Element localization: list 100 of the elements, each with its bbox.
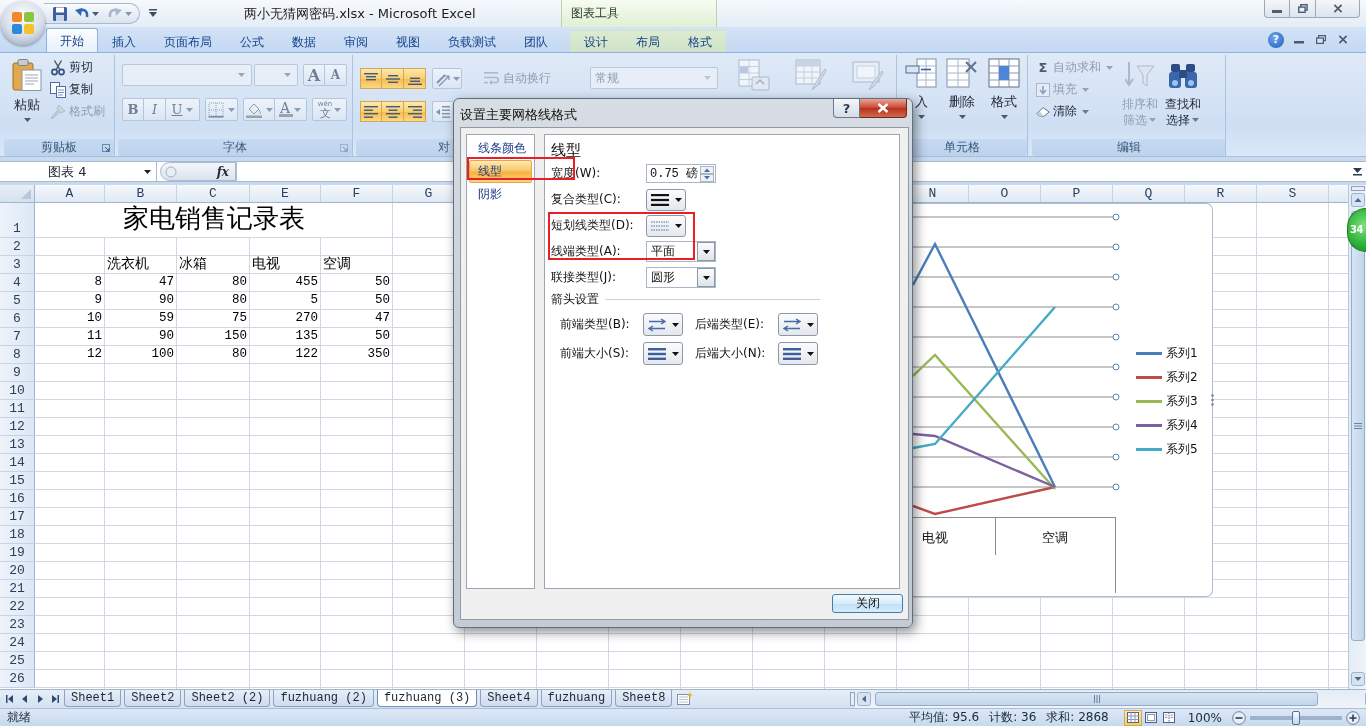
row-header[interactable]: 2 — [0, 238, 35, 256]
sheet-tab[interactable]: fuzhuang — [540, 690, 613, 707]
zoom-level-text[interactable]: 100% — [1187, 710, 1222, 725]
font-size-field[interactable] — [254, 64, 298, 86]
column-header[interactable]: A — [35, 185, 105, 202]
first-sheet-icon[interactable] — [6, 695, 14, 703]
arrow-type-button[interactable] — [643, 313, 683, 336]
dialog-launcher-icon[interactable] — [102, 144, 110, 152]
row-header[interactable]: 1 — [0, 203, 35, 238]
row-header[interactable]: 18 — [0, 526, 35, 544]
category-item[interactable]: 阴影 — [469, 183, 532, 206]
row-header[interactable]: 25 — [0, 652, 35, 670]
align-top-button[interactable] — [360, 68, 382, 89]
row-header[interactable]: 9 — [0, 364, 35, 382]
name-box[interactable]: 图表 4 — [0, 162, 157, 181]
compound-type-button[interactable] — [646, 188, 686, 211]
column-header[interactable]: B — [105, 185, 177, 202]
insert-sheet-icon[interactable] — [677, 692, 694, 705]
category-item[interactable]: 线条颜色 — [469, 137, 532, 160]
fill-color-button[interactable] — [243, 98, 275, 121]
customize-caret-icon[interactable] — [149, 9, 157, 17]
row-header[interactable]: 10 — [0, 382, 35, 400]
ribbon-tab[interactable]: 公式 — [226, 30, 278, 52]
caret-icon[interactable] — [125, 11, 132, 16]
row-header[interactable]: 3 — [0, 256, 35, 274]
format-button[interactable]: 格式 — [983, 58, 1025, 130]
previous-sheet-icon[interactable] — [21, 695, 29, 703]
save-icon[interactable] — [52, 5, 68, 22]
row-header[interactable]: 15 — [0, 472, 35, 490]
orientation-button[interactable] — [432, 68, 462, 89]
scroll-up-icon[interactable] — [1350, 193, 1365, 207]
restore-icon[interactable] — [1316, 35, 1326, 44]
column-header[interactable]: O — [969, 185, 1041, 202]
row-header[interactable]: 16 — [0, 490, 35, 508]
align-middle-button[interactable] — [382, 68, 404, 89]
scrollbar-thumb[interactable] — [875, 692, 1319, 706]
minimize-button[interactable] — [1264, 0, 1290, 18]
category-item[interactable]: 线型 — [469, 160, 532, 183]
row-header[interactable]: 8 — [0, 346, 35, 364]
indent-button[interactable] — [432, 101, 452, 122]
ribbon-tab[interactable]: 负载测试 — [434, 30, 510, 52]
chart-area[interactable]: 电视 空调 系列1 系列2 系列3 系列4 系列5 — [913, 203, 1213, 597]
dropdown-button[interactable] — [697, 242, 715, 261]
circle-handle-icon[interactable] — [165, 165, 177, 178]
row-header[interactable]: 5 — [0, 292, 35, 310]
gridline-handle-icon[interactable] — [1112, 483, 1120, 491]
sheet-tab[interactable]: Sheet4 — [480, 690, 538, 707]
zoom-slider-thumb[interactable] — [1292, 710, 1300, 725]
column-header[interactable]: F — [321, 185, 393, 202]
last-sheet-icon[interactable] — [51, 695, 59, 703]
arrow-type-button[interactable] — [778, 313, 818, 336]
row-header[interactable]: 19 — [0, 544, 35, 562]
help-button[interactable]: ? — [833, 99, 860, 118]
gridline-handle-icon[interactable] — [1112, 243, 1120, 251]
arrow-size-button[interactable] — [643, 342, 683, 365]
font-color-button[interactable]: A — [275, 98, 307, 121]
row-header[interactable]: 7 — [0, 328, 35, 346]
ribbon-tab[interactable]: 插入 — [98, 30, 150, 52]
row-header[interactable]: 26 — [0, 670, 35, 688]
ribbon-tab[interactable]: 格式 — [674, 30, 726, 52]
column-header[interactable]: P — [1041, 185, 1113, 202]
sheet-tab[interactable]: Sheet2 — [124, 690, 182, 707]
ribbon-tab[interactable]: 页面布局 — [150, 30, 226, 52]
ribbon-tab[interactable]: 数据 — [278, 30, 330, 52]
row-header[interactable]: 14 — [0, 454, 35, 472]
row-header[interactable]: 24 — [0, 634, 35, 652]
dropdown-field[interactable]: 圆形 — [646, 267, 716, 288]
row-header[interactable]: 17 — [0, 508, 35, 526]
resize-handle-icon[interactable] — [1211, 394, 1214, 406]
ribbon-tab[interactable]: 视图 — [382, 30, 434, 52]
split-handle-icon[interactable] — [850, 692, 856, 706]
column-header[interactable]: R — [1185, 185, 1257, 202]
copy-button[interactable]: 复制 — [50, 79, 107, 100]
expand-caret-icon[interactable] — [1353, 167, 1362, 176]
row-header[interactable]: 13 — [0, 436, 35, 454]
insert-function-button[interactable]: fx — [216, 164, 229, 179]
spin-arrows-icon[interactable] — [700, 165, 714, 182]
paste-button[interactable]: 粘贴 — [8, 57, 46, 129]
gridline-handle-icon[interactable] — [1112, 363, 1120, 371]
spin-field[interactable]: 0.75 磅 — [646, 164, 716, 183]
cut-button[interactable]: 剪切 — [50, 57, 107, 78]
ribbon-tab[interactable]: 审阅 — [330, 30, 382, 52]
align-left-button[interactable] — [360, 101, 382, 122]
row-header[interactable]: 12 — [0, 418, 35, 436]
gridline-handle-icon[interactable] — [1112, 333, 1120, 341]
ribbon-tab[interactable]: 布局 — [622, 30, 674, 52]
row-header[interactable]: 20 — [0, 562, 35, 580]
split-handle-icon[interactable] — [1350, 186, 1365, 191]
underline-button[interactable]: U — [166, 98, 200, 121]
column-header[interactable]: E — [250, 185, 321, 202]
align-bottom-button[interactable] — [404, 68, 426, 89]
gridline-handle-icon[interactable] — [1112, 303, 1120, 311]
gridline-handle-icon[interactable] — [1112, 213, 1120, 221]
column-header[interactable]: C — [177, 185, 250, 202]
ribbon-tab[interactable]: 团队 — [510, 30, 562, 52]
next-sheet-icon[interactable] — [36, 695, 44, 703]
sheet-tab[interactable]: Sheet8 — [615, 690, 673, 707]
delete-button[interactable]: 删除 — [943, 58, 981, 130]
clear-button[interactable]: 清除 — [1036, 101, 1118, 122]
column-header[interactable]: Q — [1113, 185, 1185, 202]
